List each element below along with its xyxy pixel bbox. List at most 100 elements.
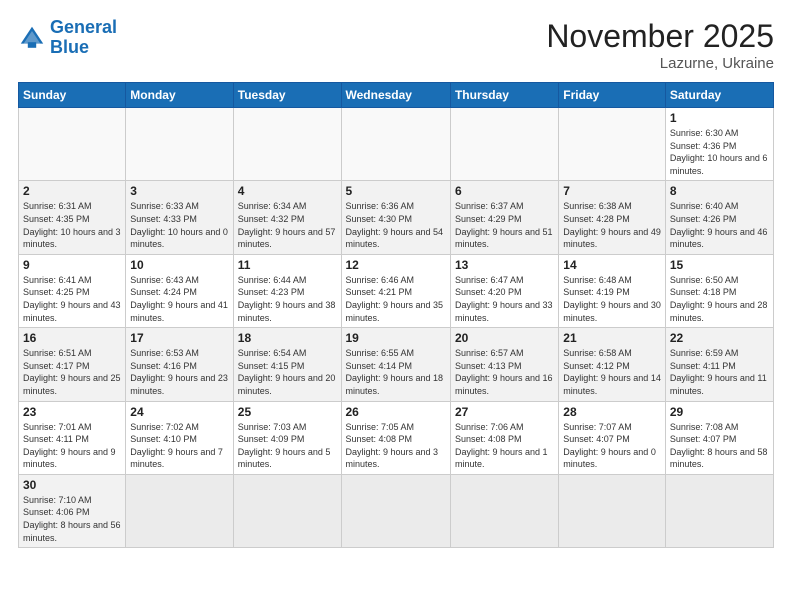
day-info: Sunrise: 7:01 AM Sunset: 4:11 PM Dayligh… xyxy=(23,421,121,471)
table-row: 23 Sunrise: 7:01 AM Sunset: 4:11 PM Dayli… xyxy=(19,401,126,474)
day-number: 23 xyxy=(23,405,121,419)
header-tuesday: Tuesday xyxy=(233,83,341,108)
day-info: Sunrise: 6:58 AM Sunset: 4:12 PM Dayligh… xyxy=(563,347,661,397)
table-row: 6Sunrise: 6:37 AM Sunset: 4:29 PM Daylig… xyxy=(450,181,558,254)
day-info: Sunrise: 6:54 AM Sunset: 4:15 PM Dayligh… xyxy=(238,347,337,397)
table-row xyxy=(450,474,558,547)
day-number: 28 xyxy=(563,405,661,419)
day-info: Sunrise: 6:48 AM Sunset: 4:19 PM Dayligh… xyxy=(563,274,661,324)
day-number: 20 xyxy=(455,331,554,345)
table-row: 17Sunrise: 6:53 AM Sunset: 4:16 PM Dayli… xyxy=(126,328,233,401)
table-row: 15 Sunrise: 6:50 AM Sunset: 4:18 PM Dayli… xyxy=(665,254,773,327)
day-number: 6 xyxy=(455,184,554,198)
table-row: 4Sunrise: 6:34 AM Sunset: 4:32 PM Daylig… xyxy=(233,181,341,254)
day-number: 18 xyxy=(238,331,337,345)
day-info: Sunrise: 7:03 AM Sunset: 4:09 PM Dayligh… xyxy=(238,421,337,471)
calendar-header-row: Sunday Monday Tuesday Wednesday Thursday… xyxy=(19,83,774,108)
header-saturday: Saturday xyxy=(665,83,773,108)
table-row: 7Sunrise: 6:38 AM Sunset: 4:28 PM Daylig… xyxy=(559,181,666,254)
table-row: 28 Sunrise: 7:07 AM Sunset: 4:07 PM Dayli… xyxy=(559,401,666,474)
table-row: 9 Sunrise: 6:41 AM Sunset: 4:25 PM Daylig… xyxy=(19,254,126,327)
header-monday: Monday xyxy=(126,83,233,108)
header-thursday: Thursday xyxy=(450,83,558,108)
table-row: 16Sunrise: 6:51 AM Sunset: 4:17 PM Dayli… xyxy=(19,328,126,401)
table-row: 11Sunrise: 6:44 AM Sunset: 4:23 PM Dayli… xyxy=(233,254,341,327)
table-row: 12 Sunrise: 6:46 AM Sunset: 4:21 PM Dayli… xyxy=(341,254,450,327)
day-number: 16 xyxy=(23,331,121,345)
table-row: 18 Sunrise: 6:54 AM Sunset: 4:15 PM Dayli… xyxy=(233,328,341,401)
day-number: 13 xyxy=(455,258,554,272)
day-number: 30 xyxy=(23,478,121,492)
day-info: Sunrise: 6:57 AM Sunset: 4:13 PM Dayligh… xyxy=(455,347,554,397)
logo: GeneralBlue xyxy=(18,18,117,58)
calendar-table: Sunday Monday Tuesday Wednesday Thursday… xyxy=(18,82,774,548)
table-row: 25 Sunrise: 7:03 AM Sunset: 4:09 PM Dayli… xyxy=(233,401,341,474)
table-row xyxy=(665,474,773,547)
day-number: 12 xyxy=(346,258,446,272)
day-info: Sunrise: 7:02 AM Sunset: 4:10 PM Dayligh… xyxy=(130,421,228,471)
calendar-week-row: 9 Sunrise: 6:41 AM Sunset: 4:25 PM Daylig… xyxy=(19,254,774,327)
table-row xyxy=(450,108,558,181)
day-info: Sunrise: 6:46 AM Sunset: 4:21 PM Dayligh… xyxy=(346,274,446,324)
day-info: Sunrise: 6:53 AM Sunset: 4:16 PM Dayligh… xyxy=(130,347,228,397)
day-info: Sunrise: 6:55 AM Sunset: 4:14 PM Dayligh… xyxy=(346,347,446,397)
day-number: 24 xyxy=(130,405,228,419)
day-number: 29 xyxy=(670,405,769,419)
day-info: Sunrise: 7:08 AM Sunset: 4:07 PM Dayligh… xyxy=(670,421,769,471)
table-row xyxy=(341,108,450,181)
table-row: 24 Sunrise: 7:02 AM Sunset: 4:10 PM Dayli… xyxy=(126,401,233,474)
table-row xyxy=(19,108,126,181)
day-number: 5 xyxy=(346,184,446,198)
day-number: 8 xyxy=(670,184,769,198)
day-info: Sunrise: 7:06 AM Sunset: 4:08 PM Dayligh… xyxy=(455,421,554,471)
day-number: 25 xyxy=(238,405,337,419)
calendar-week-row: 1 Sunrise: 6:30 AM Sunset: 4:36 PM Daylig… xyxy=(19,108,774,181)
table-row: 5Sunrise: 6:36 AM Sunset: 4:30 PM Daylig… xyxy=(341,181,450,254)
day-number: 21 xyxy=(563,331,661,345)
day-info: Sunrise: 6:38 AM Sunset: 4:28 PM Dayligh… xyxy=(563,200,661,250)
calendar-week-row: 16Sunrise: 6:51 AM Sunset: 4:17 PM Dayli… xyxy=(19,328,774,401)
header-wednesday: Wednesday xyxy=(341,83,450,108)
day-number: 14 xyxy=(563,258,661,272)
day-number: 22 xyxy=(670,331,769,345)
header: GeneralBlue November 2025 Lazurne, Ukrai… xyxy=(18,18,774,72)
day-info: Sunrise: 6:40 AM Sunset: 4:26 PM Dayligh… xyxy=(670,200,769,250)
table-row: 22 Sunrise: 6:59 AM Sunset: 4:11 PM Dayli… xyxy=(665,328,773,401)
calendar-week-row: 30 Sunrise: 7:10 AM Sunset: 4:06 PM Dayli… xyxy=(19,474,774,547)
day-info: Sunrise: 7:10 AM Sunset: 4:06 PM Dayligh… xyxy=(23,494,121,544)
day-number: 3 xyxy=(130,184,228,198)
day-info: Sunrise: 6:59 AM Sunset: 4:11 PM Dayligh… xyxy=(670,347,769,397)
table-row: 19 Sunrise: 6:55 AM Sunset: 4:14 PM Dayli… xyxy=(341,328,450,401)
calendar-week-row: 23 Sunrise: 7:01 AM Sunset: 4:11 PM Dayli… xyxy=(19,401,774,474)
table-row: 20 Sunrise: 6:57 AM Sunset: 4:13 PM Dayli… xyxy=(450,328,558,401)
day-number: 1 xyxy=(670,111,769,125)
table-row: 1 Sunrise: 6:30 AM Sunset: 4:36 PM Daylig… xyxy=(665,108,773,181)
day-number: 9 xyxy=(23,258,121,272)
day-info: Sunrise: 6:47 AM Sunset: 4:20 PM Dayligh… xyxy=(455,274,554,324)
day-info: Sunrise: 7:07 AM Sunset: 4:07 PM Dayligh… xyxy=(563,421,661,471)
table-row: 8 Sunrise: 6:40 AM Sunset: 4:26 PM Daylig… xyxy=(665,181,773,254)
day-info: Sunrise: 6:43 AM Sunset: 4:24 PM Dayligh… xyxy=(130,274,228,324)
table-row: 30 Sunrise: 7:10 AM Sunset: 4:06 PM Dayli… xyxy=(19,474,126,547)
calendar-week-row: 2Sunrise: 6:31 AM Sunset: 4:35 PM Daylig… xyxy=(19,181,774,254)
header-sunday: Sunday xyxy=(19,83,126,108)
logo-text: GeneralBlue xyxy=(50,18,117,58)
day-number: 10 xyxy=(130,258,228,272)
table-row xyxy=(559,474,666,547)
title-block: November 2025 Lazurne, Ukraine xyxy=(546,18,774,72)
day-number: 26 xyxy=(346,405,446,419)
table-row: 27Sunrise: 7:06 AM Sunset: 4:08 PM Dayli… xyxy=(450,401,558,474)
day-number: 19 xyxy=(346,331,446,345)
table-row: 26Sunrise: 7:05 AM Sunset: 4:08 PM Dayli… xyxy=(341,401,450,474)
table-row xyxy=(341,474,450,547)
table-row: 29 Sunrise: 7:08 AM Sunset: 4:07 PM Dayli… xyxy=(665,401,773,474)
table-row xyxy=(126,474,233,547)
header-friday: Friday xyxy=(559,83,666,108)
table-row xyxy=(126,108,233,181)
day-number: 15 xyxy=(670,258,769,272)
day-number: 11 xyxy=(238,258,337,272)
table-row: 3Sunrise: 6:33 AM Sunset: 4:33 PM Daylig… xyxy=(126,181,233,254)
day-info: Sunrise: 6:41 AM Sunset: 4:25 PM Dayligh… xyxy=(23,274,121,324)
day-info: Sunrise: 6:50 AM Sunset: 4:18 PM Dayligh… xyxy=(670,274,769,324)
day-info: Sunrise: 6:30 AM Sunset: 4:36 PM Dayligh… xyxy=(670,127,769,177)
